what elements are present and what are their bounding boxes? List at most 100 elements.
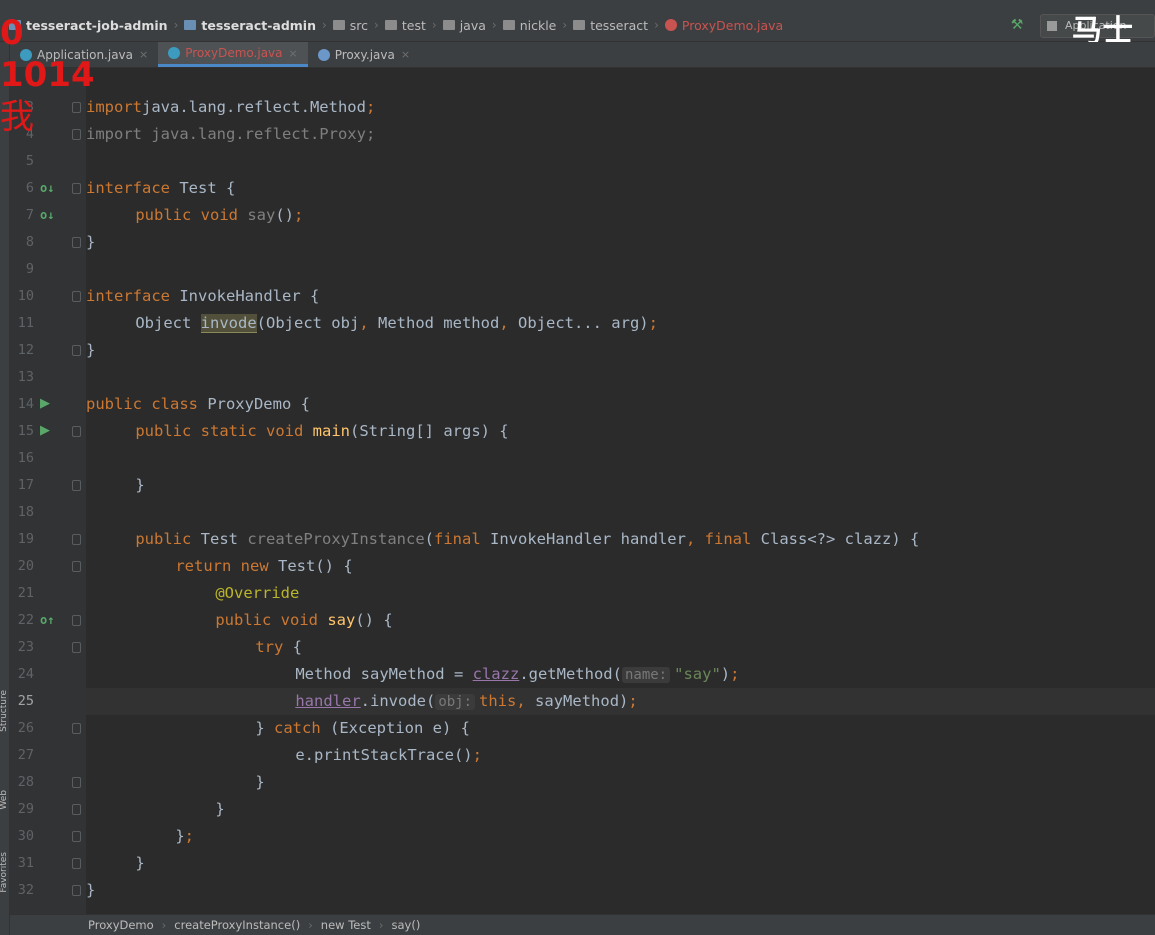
code-line[interactable] (86, 499, 1155, 526)
tool-window-web[interactable]: Web (0, 790, 9, 810)
fold-marker-icon[interactable] (72, 885, 81, 896)
code-line[interactable]: } (86, 229, 1155, 256)
code-line[interactable]: interface InvokeHandler { (86, 283, 1155, 310)
fold-marker-icon[interactable] (72, 102, 81, 113)
editor-breadcrumb-bar: ProxyDemo › createProxyInstance() › new Test… (10, 914, 1155, 935)
build-hammer-icon[interactable]: ⚒ (1008, 16, 1026, 34)
code-line[interactable]: } (86, 850, 1155, 877)
code-line[interactable]: @Override (86, 580, 1155, 607)
code-line[interactable]: Method sayMethod = clazz.getMethod(name:… (86, 661, 1155, 688)
implemented-marker-icon[interactable]: o↓ (40, 181, 54, 195)
editor-tab-bar: Application.java × ProxyDemo.java × Proxy.ja… (10, 42, 1155, 68)
breadcrumb-item[interactable]: nickle (500, 18, 560, 33)
code-line[interactable] (86, 445, 1155, 472)
line-number: 10 (17, 288, 34, 304)
implemented-marker-icon[interactable]: o↓ (40, 208, 54, 222)
breadcrumb-item[interactable]: test (382, 18, 429, 33)
breadcrumb-item[interactable]: tesseract-admin (181, 18, 319, 33)
code-token: } (166, 827, 185, 845)
code-line[interactable]: e.printStackTrace(); (86, 742, 1155, 769)
gutter-line: 18 (10, 499, 86, 526)
code-token: ; (365, 98, 376, 116)
code-line[interactable]: handler.invode(obj: this, sayMethod); (86, 688, 1155, 715)
code-line[interactable]: interface Test { (86, 175, 1155, 202)
run-arrow-icon[interactable]: ▶ (40, 397, 50, 411)
fold-marker-icon[interactable] (72, 723, 81, 734)
code-line[interactable]: }; (86, 823, 1155, 850)
code-line[interactable]: import java.lang.reflect.Proxy; (86, 121, 1155, 148)
line-number: 7 (25, 207, 34, 223)
tool-window-structure[interactable]: Structure (0, 690, 9, 732)
fold-marker-icon[interactable] (72, 534, 81, 545)
breadcrumb-item[interactable]: tesseract-job-admin (6, 18, 171, 33)
close-icon[interactable]: × (289, 47, 298, 60)
fold-marker-icon[interactable] (72, 129, 81, 140)
code-line[interactable]: public class ProxyDemo { (86, 391, 1155, 418)
run-config-icon (1047, 21, 1057, 31)
code-token: ; (294, 206, 304, 224)
editor-tab[interactable]: Proxy.java × (308, 42, 420, 67)
line-number: 22 (17, 612, 34, 628)
code-area[interactable]: importjava.lang.reflect.Method; import ja… (86, 68, 1155, 914)
code-token: java.lang.reflect.Method (142, 98, 366, 116)
code-line[interactable]: public void say(); (86, 202, 1155, 229)
fold-marker-icon[interactable] (72, 426, 81, 437)
gutter-line: 28 (10, 769, 86, 796)
close-icon[interactable]: × (401, 48, 410, 61)
code-line[interactable]: } (86, 337, 1155, 364)
fold-marker-icon[interactable] (72, 831, 81, 842)
fold-marker-icon[interactable] (72, 345, 81, 356)
overlay-character: 我 (0, 97, 34, 137)
gutter-line: 7 o↓ (10, 202, 86, 229)
code-line[interactable]: } (86, 769, 1155, 796)
fold-marker-icon[interactable] (72, 237, 81, 248)
code-line[interactable]: public Test createProxyInstance(final In… (86, 526, 1155, 553)
breadcrumb-item[interactable]: src (330, 18, 371, 33)
breadcrumb-separator: › (321, 18, 327, 32)
code-token: interface (86, 179, 170, 197)
code-line[interactable] (86, 148, 1155, 175)
code-line[interactable]: public static void main(String[] args) { (86, 418, 1155, 445)
breadcrumb-label: java (459, 17, 486, 33)
structure-breadcrumb-item[interactable]: ProxyDemo (88, 918, 154, 932)
fold-marker-icon[interactable] (72, 183, 81, 194)
breadcrumb-item[interactable]: tesseract (570, 18, 651, 33)
code-line[interactable]: } (86, 796, 1155, 823)
breadcrumb-item[interactable]: ProxyDemo.java (662, 18, 786, 33)
gutter-line: 12 (10, 337, 86, 364)
fold-marker-icon[interactable] (72, 615, 81, 626)
tool-window-favorites[interactable]: Favorites (0, 852, 9, 893)
code-line[interactable]: public void say() { (86, 607, 1155, 634)
fold-marker-icon[interactable] (72, 291, 81, 302)
code-line[interactable]: } (86, 877, 1155, 904)
fold-marker-icon[interactable] (72, 561, 81, 572)
fold-marker-icon[interactable] (72, 804, 81, 815)
code-line[interactable] (86, 256, 1155, 283)
code-editor[interactable]: 3 4 5 6 o↓ 7 o↓ 8 9 10 11 12 13 14 ▶ 15 ▶ 16 17 18 19 20 21 22 o… (10, 68, 1155, 914)
structure-breadcrumb-item[interactable]: new Test (321, 918, 371, 932)
breadcrumb-item[interactable]: java (440, 18, 489, 33)
close-icon[interactable]: × (139, 48, 148, 61)
code-line[interactable]: } (86, 472, 1155, 499)
code-line[interactable]: try { (86, 634, 1155, 661)
structure-breadcrumb-item[interactable]: say() (391, 918, 420, 932)
code-line[interactable]: Object invode(Object obj, Method method,… (86, 310, 1155, 337)
fold-marker-icon[interactable] (72, 858, 81, 869)
code-line[interactable]: return new Test() { (86, 553, 1155, 580)
line-number: 18 (17, 504, 34, 520)
breadcrumb-separator: › (654, 18, 659, 32)
editor-tab[interactable]: ProxyDemo.java × (158, 42, 308, 67)
code-token: createProxyInstance (247, 530, 425, 548)
code-line[interactable] (86, 364, 1155, 391)
fold-marker-icon[interactable] (72, 777, 81, 788)
override-marker-icon[interactable]: o↑ (40, 613, 54, 627)
fold-marker-icon[interactable] (72, 480, 81, 491)
run-arrow-icon[interactable]: ▶ (40, 424, 50, 438)
code-token: Test { (170, 179, 236, 197)
fold-marker-icon[interactable] (72, 642, 81, 653)
structure-breadcrumb-item[interactable]: createProxyInstance() (174, 918, 300, 932)
code-line[interactable]: } catch (Exception e) { (86, 715, 1155, 742)
code-line[interactable]: importjava.lang.reflect.Method; (86, 94, 1155, 121)
